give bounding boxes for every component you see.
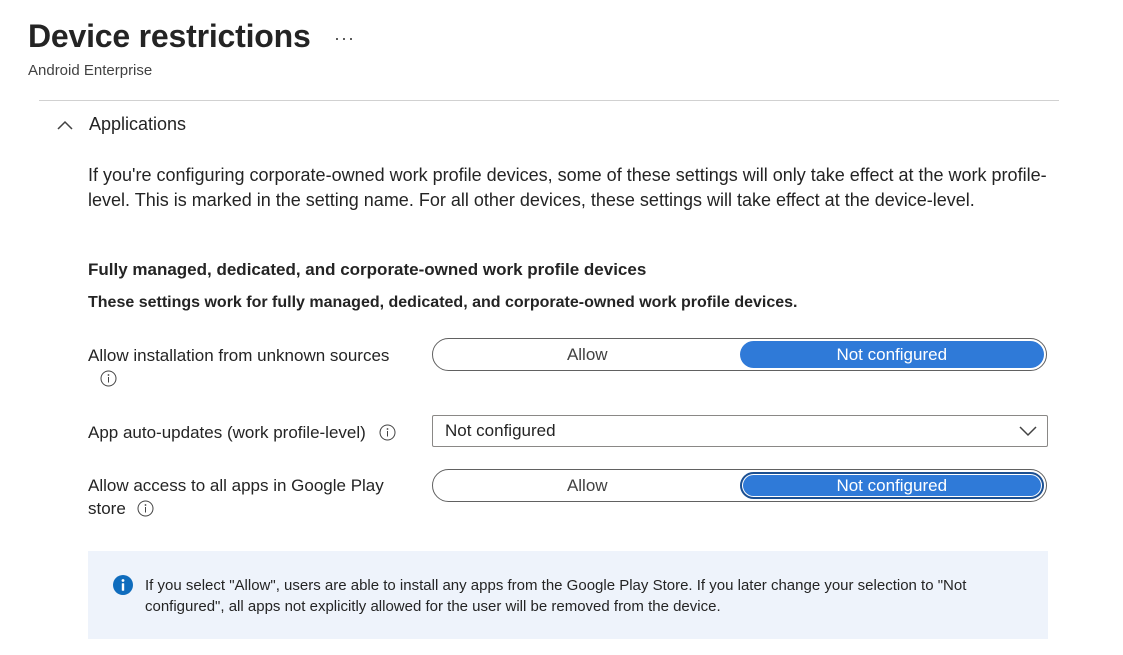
- info-icon[interactable]: [100, 370, 117, 387]
- page-title: Device restrictions: [28, 18, 311, 54]
- chevron-up-icon: [57, 120, 73, 130]
- breadcrumb-cutoff-graphic: [28, 0, 328, 5]
- breadcrumb-sliver: [28, 0, 328, 5]
- app-auto-updates-dropdown[interactable]: Not configured: [432, 415, 1048, 447]
- group-heading: Fully managed, dedicated, and corporate-…: [88, 260, 647, 279]
- more-options-icon[interactable]: ···: [334, 28, 355, 49]
- info-icon[interactable]: [379, 424, 396, 441]
- info-filled-icon: [113, 575, 133, 595]
- chevron-down-icon: [1019, 426, 1037, 437]
- toggle-option-not-configured[interactable]: Not configured: [739, 472, 1044, 499]
- group-description: These settings work for fully managed, d…: [88, 294, 798, 311]
- setting-label-unknown-sources: Allow installation from unknown sources: [88, 344, 418, 390]
- setting-label-text: App auto-updates (work profile-level): [88, 423, 366, 442]
- section-title: Applications: [89, 114, 187, 134]
- setting-label-text: Allow access to all apps in Google Play …: [88, 476, 384, 518]
- toggle-option-not-configured[interactable]: Not configured: [739, 341, 1044, 368]
- setting-label-text: Allow installation from unknown sources: [88, 346, 390, 365]
- toggle-unknown-sources[interactable]: Allow Not configured: [432, 338, 1047, 371]
- dropdown-value: Not configured: [445, 421, 556, 440]
- toggle-option-allow[interactable]: Allow: [435, 472, 740, 499]
- info-banner: If you select "Allow", users are able to…: [88, 551, 1048, 639]
- toggle-google-play-access[interactable]: Allow Not configured: [432, 469, 1047, 502]
- setting-label-google-play-access: Allow access to all apps in Google Play …: [88, 474, 408, 520]
- setting-label-app-auto-updates: App auto-updates (work profile-level): [88, 421, 428, 444]
- page-subtitle: Android Enterprise: [28, 62, 153, 79]
- header-divider: [39, 100, 1059, 101]
- info-icon[interactable]: [137, 500, 154, 517]
- section-header-applications[interactable]: Applications: [55, 114, 186, 135]
- toggle-option-allow[interactable]: Allow: [435, 341, 740, 368]
- info-banner-text: If you select "Allow", users are able to…: [145, 577, 967, 615]
- section-intro: If you're configuring corporate-owned wo…: [88, 165, 1047, 210]
